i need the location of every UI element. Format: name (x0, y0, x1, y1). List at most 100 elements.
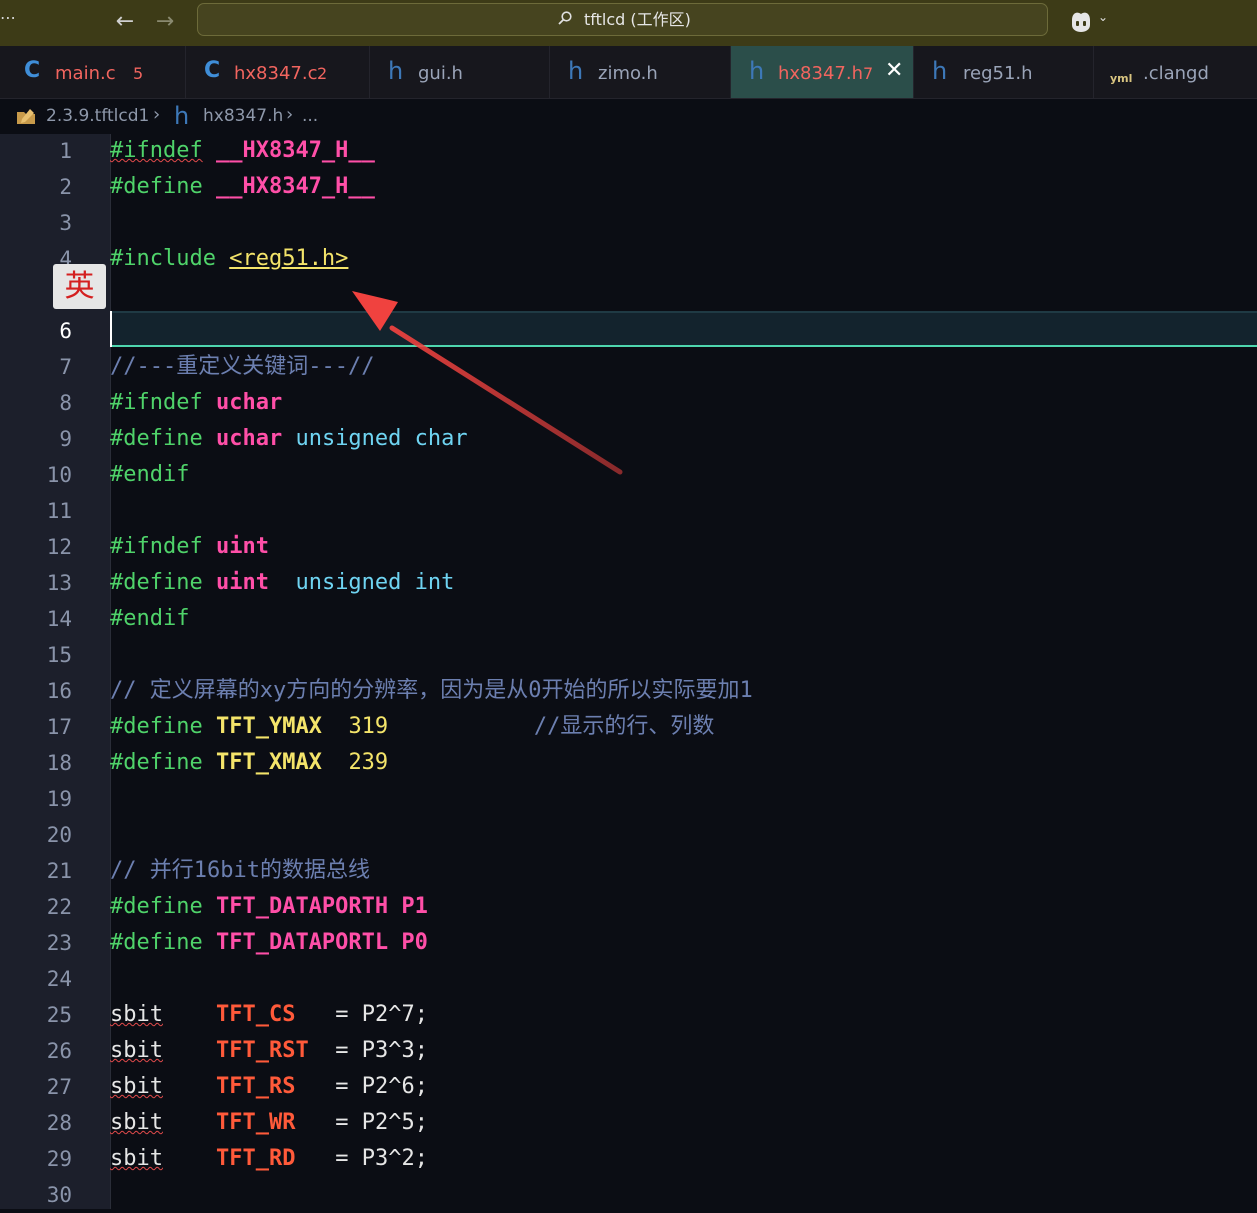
sfr-address: = P2^7; (335, 1002, 428, 1027)
code-line: sbit TFT_CS = P2^7; (110, 997, 428, 1033)
preprocessor-directive: #endif (110, 606, 190, 631)
line-number: 3 (59, 211, 72, 235)
tab-reg51-h[interactable]: h reg51.h (914, 46, 1094, 98)
line-number: 24 (46, 967, 72, 991)
line-number: 10 (46, 463, 72, 487)
code-line: #ifndef __HX8347_H__ (110, 133, 375, 169)
code-line: // 定义屏幕的xy方向的分辨率，因为是从0开始的所以实际要加1 (110, 673, 753, 709)
code-line: #define TFT_DATAPORTH P1 (110, 889, 428, 925)
preprocessor-directive: #define (110, 174, 203, 199)
comment: //显示的行、列数 (533, 714, 715, 739)
type-name: sbit (110, 1074, 163, 1099)
line-number: 12 (46, 535, 72, 559)
type-name: unsigned int (295, 570, 455, 595)
preprocessor-directive: #define (110, 570, 203, 595)
forward-button[interactable]: → (152, 9, 178, 35)
header-file-icon: h (174, 102, 190, 130)
sfr-address: = P3^2; (335, 1146, 428, 1171)
type-name: unsigned char (295, 426, 468, 451)
tab-label: gui.h (418, 63, 463, 84)
code-line: #define __HX8347_H__ (110, 169, 375, 205)
tab-label: hx8347.h (778, 63, 863, 84)
macro-name: uint (215, 570, 269, 595)
breadcrumb-file[interactable]: hx8347.h (203, 105, 283, 127)
comment: // 定义屏幕的xy方向的分辨率，因为是从0开始的所以实际要加1 (110, 678, 753, 703)
line-number: 26 (46, 1039, 72, 1063)
sfr-address: = P2^6; (335, 1074, 428, 1099)
tab-label: zimo.h (598, 63, 658, 84)
include-path[interactable]: <reg51.h> (229, 246, 348, 271)
preprocessor-directive: #ifndef (110, 138, 203, 163)
sfr-name: TFT_WR (215, 1110, 296, 1135)
command-center[interactable]: tftlcd (工作区) (197, 3, 1048, 36)
line-number: 27 (46, 1075, 72, 1099)
tab-gui-h[interactable]: h gui.h (370, 46, 550, 98)
macro-name: TFT_YMAX (215, 714, 322, 739)
tab-label: main.c (55, 63, 116, 84)
line-number: 25 (46, 1003, 72, 1027)
tab-main-c[interactable]: C main.c 5 (8, 46, 186, 98)
code-line: //---重定义关键词---// (110, 349, 374, 385)
preprocessor-directive: #include (110, 246, 216, 271)
tab-clangd[interactable]: yml .clangd (1094, 46, 1257, 98)
close-icon[interactable]: ✕ (885, 57, 903, 85)
back-button[interactable]: ← (112, 9, 138, 35)
ime-indicator[interactable]: 英 (53, 264, 106, 309)
tab-label: reg51.h (963, 63, 1033, 84)
line-number: 16 (46, 679, 72, 703)
preprocessor-directive: #define (110, 930, 203, 955)
tab-hx8347-h[interactable]: h hx8347.h 7 ✕ (731, 46, 914, 98)
header-file-icon: h (388, 57, 404, 85)
comment: // 并行16bit的数据总线 (110, 858, 370, 883)
number-literal: 319 (348, 714, 389, 739)
problem-count-badge: 5 (133, 64, 144, 83)
header-file-icon: h (749, 57, 765, 85)
type-name: sbit (110, 1110, 163, 1135)
macro-name: TFT_DATAPORTH P1 (215, 894, 428, 919)
preprocessor-directive: #define (110, 750, 203, 775)
sfr-address: = P3^3; (335, 1038, 428, 1063)
header-file-icon: h (932, 57, 948, 85)
line-number: 2 (59, 175, 72, 199)
tab-hx8347-c[interactable]: C hx8347.c 2 (186, 46, 370, 98)
line-number: 9 (59, 427, 72, 451)
chevron-down-icon[interactable]: ⌄ (1098, 10, 1108, 24)
preprocessor-directive: #define (110, 894, 203, 919)
comment: //---重定义关键词---// (110, 354, 375, 379)
command-center-label: tftlcd (工作区) (584, 10, 691, 29)
header-file-icon: h (568, 57, 584, 85)
code-line: #include <reg51.h> (110, 241, 348, 277)
number-literal: 239 (348, 750, 389, 775)
problem-count-badge: 7 (863, 64, 874, 83)
chevron-right-icon: › (153, 104, 161, 125)
line-number: 6 (59, 319, 72, 343)
sfr-name: TFT_RD (215, 1146, 296, 1171)
tab-label: .clangd (1143, 63, 1209, 84)
line-number: 17 (46, 715, 72, 739)
macro-name: TFT_DATAPORTL P0 (215, 930, 428, 955)
editor-tab-bar: C main.c 5 C hx8347.c 2 h gui.h h zimo.h… (0, 46, 1257, 99)
macro-name: __HX8347_H__ (215, 174, 375, 199)
copilot-icon[interactable] (1068, 8, 1094, 34)
breadcrumb-symbol[interactable]: ... (302, 105, 318, 127)
code-line: #define TFT_DATAPORTL P0 (110, 925, 428, 961)
type-name: sbit (110, 1146, 163, 1171)
line-number: 15 (46, 643, 72, 667)
type-name: sbit (110, 1038, 163, 1063)
more-icon[interactable]: ⋯ (0, 8, 16, 27)
line-number: 8 (59, 391, 72, 415)
code-line: #endif (110, 601, 189, 637)
code-line: #ifndef uchar (110, 385, 282, 421)
code-line: #endif (110, 457, 189, 493)
line-number: 30 (46, 1183, 72, 1207)
preprocessor-directive: #define (110, 714, 203, 739)
title-bar: ⋯ ← → tftlcd (工作区) ⌄ (0, 0, 1257, 46)
preprocessor-directive: #endif (110, 462, 190, 487)
breadcrumb-folder[interactable]: 2.3.9.tftlcd1 (46, 105, 149, 127)
line-number: 11 (46, 499, 72, 523)
tab-zimo-h[interactable]: h zimo.h (550, 46, 731, 98)
line-number: 29 (46, 1147, 72, 1171)
chevron-right-icon: › (286, 104, 294, 125)
code-line: sbit TFT_RD = P3^2; (110, 1141, 428, 1177)
preprocessor-directive: #ifndef (110, 534, 203, 559)
